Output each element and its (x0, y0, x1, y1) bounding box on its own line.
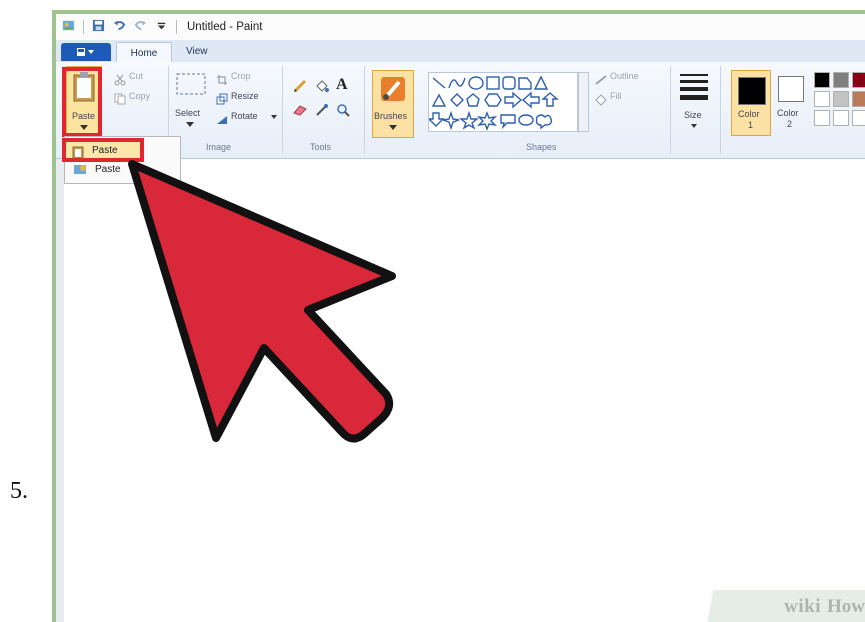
paint-window: Untitled - Paint Home View Paste Cut Cop… (56, 14, 865, 622)
screenshot-frame: Untitled - Paint Home View Paste Cut Cop… (52, 10, 865, 622)
red-pointer-arrow-icon (128, 160, 396, 443)
watermark-wiki: wiki (784, 596, 821, 617)
wikihow-watermark: wiki How (695, 590, 865, 622)
watermark-how: How (827, 596, 865, 617)
step-number: 5. (10, 478, 28, 504)
